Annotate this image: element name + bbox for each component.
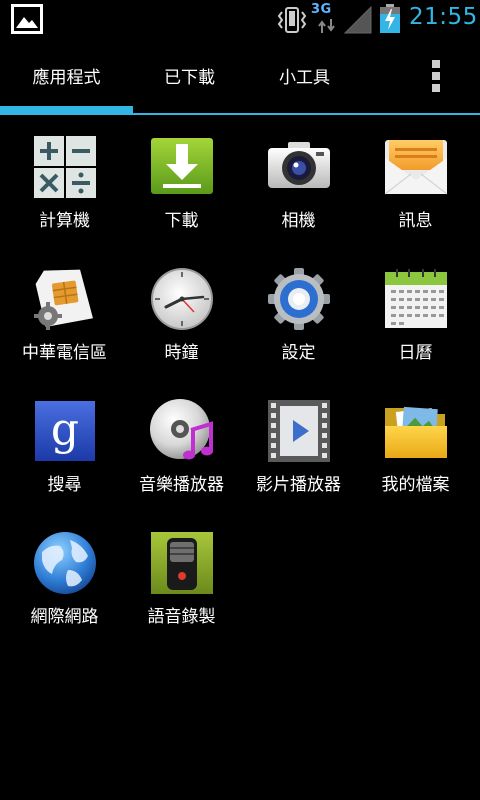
app-label: 影片播放器: [256, 475, 341, 495]
folder-icon: [385, 406, 447, 458]
app-grid: 計算機 下載 相機 訊息 中華電信區 時鐘 設定 日曆 g 搜尋 音樂播放器 影…: [0, 120, 480, 800]
browser-globe-icon: [34, 532, 96, 594]
clock-time: 21:55: [409, 4, 478, 30]
network-type-label: 3G: [311, 2, 332, 17]
app-downloads[interactable]: 下載: [123, 120, 240, 240]
svg-text:g: g: [51, 404, 79, 455]
google-search-icon: g: [35, 401, 95, 461]
app-label: 中華電信區: [22, 343, 107, 363]
tab-widgets[interactable]: 小工具: [238, 38, 371, 112]
app-voice-recorder[interactable]: 語音錄製: [123, 516, 240, 636]
sim-toolkit-icon: [34, 269, 93, 330]
music-player-icon: [150, 399, 213, 460]
app-messaging[interactable]: 訊息: [357, 120, 474, 240]
app-sim-toolkit[interactable]: 中華電信區: [6, 252, 123, 372]
app-label: 時鐘: [164, 343, 199, 363]
voice-recorder-icon: [151, 532, 213, 594]
overflow-menu-icon[interactable]: [423, 60, 449, 94]
app-label: 網際網路: [30, 607, 99, 627]
download-icon: [151, 138, 213, 194]
app-calendar[interactable]: 日曆: [357, 252, 474, 372]
video-player-icon: [268, 400, 330, 462]
data-arrows-icon: [318, 19, 335, 33]
app-camera[interactable]: 相機: [240, 120, 357, 240]
app-label: 下載: [164, 211, 199, 231]
tab-bar-divider: [0, 113, 480, 115]
app-label: 日曆: [398, 343, 433, 363]
signal-icon: [343, 6, 372, 34]
tab-apps[interactable]: 應用程式: [0, 38, 133, 112]
app-video-player[interactable]: 影片播放器: [240, 384, 357, 504]
app-label: 搜尋: [47, 475, 82, 495]
app-clock[interactable]: 時鐘: [123, 252, 240, 372]
camera-icon: [268, 142, 330, 188]
app-browser[interactable]: 網際網路: [6, 516, 123, 636]
app-label: 我的檔案: [381, 475, 450, 495]
settings-icon: [268, 268, 330, 330]
vibrate-icon: [277, 7, 307, 33]
calendar-icon: [385, 269, 447, 328]
status-bar[interactable]: 3G 21:55: [0, 0, 480, 38]
gallery-icon: [11, 4, 43, 34]
app-label: 計算機: [39, 211, 90, 231]
clock-icon: [151, 268, 213, 330]
app-label: 音樂播放器: [139, 475, 224, 495]
app-settings[interactable]: 設定: [240, 252, 357, 372]
app-music-player[interactable]: 音樂播放器: [123, 384, 240, 504]
app-label: 設定: [281, 343, 316, 363]
tab-downloaded[interactable]: 已下載: [123, 38, 256, 112]
app-label: 相機: [281, 211, 316, 231]
messaging-icon: [384, 140, 448, 195]
selected-tab-indicator: [0, 106, 133, 113]
app-label: 語音錄製: [147, 607, 216, 627]
tab-bar: 應用程式 已下載 小工具: [0, 38, 480, 116]
app-my-files[interactable]: 我的檔案: [357, 384, 474, 504]
calculator-icon: [34, 136, 96, 198]
app-calculator[interactable]: 計算機: [6, 120, 123, 240]
app-search[interactable]: g 搜尋: [6, 384, 123, 504]
battery-charging-icon: [380, 4, 400, 33]
network-type-indicator: 3G: [311, 2, 341, 36]
app-label: 訊息: [398, 211, 433, 231]
